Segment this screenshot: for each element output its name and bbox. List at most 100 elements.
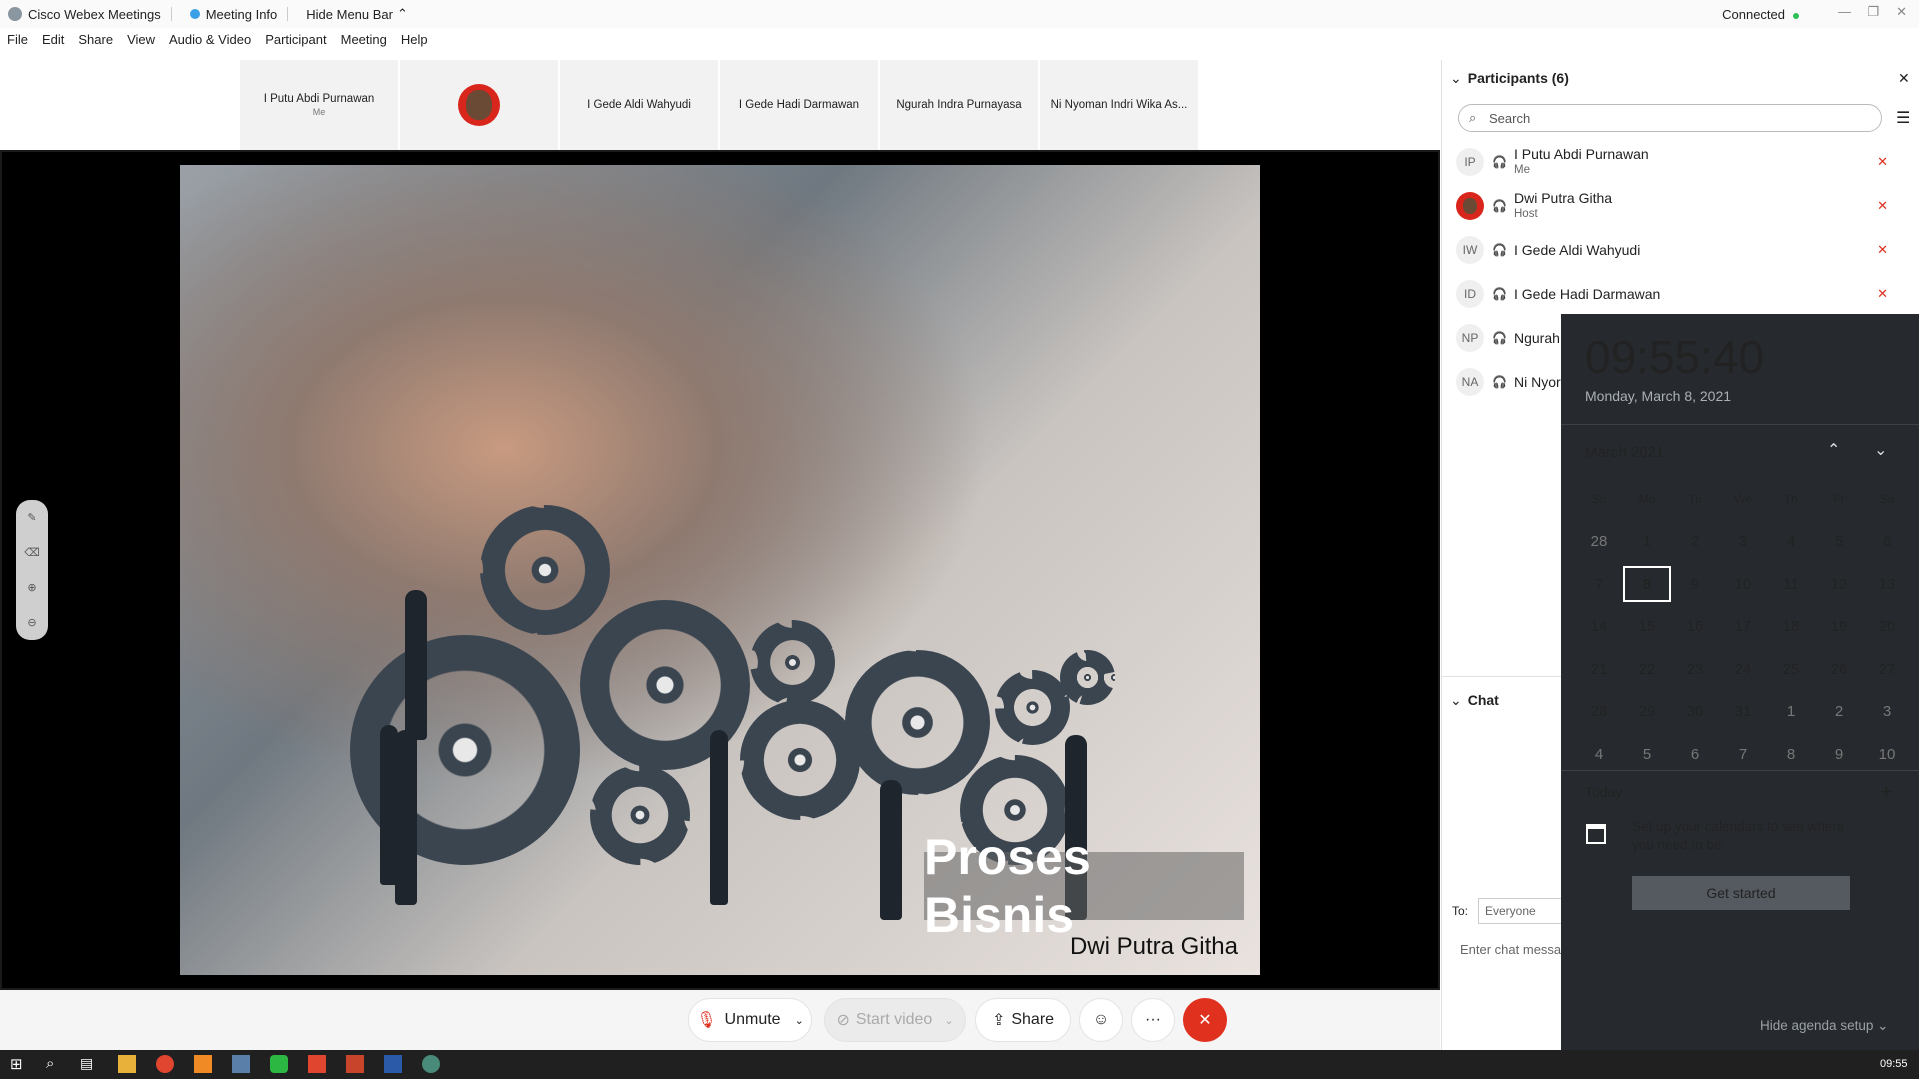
meeting-info-button[interactable]: Meeting Info	[189, 7, 277, 22]
video-tile[interactable]: I Gede Hadi Darmawan	[720, 60, 878, 150]
add-event-icon[interactable]: +	[1880, 779, 1893, 805]
calendar-day[interactable]: 4	[1575, 746, 1623, 763]
task-view-icon[interactable]: ▤	[80, 1055, 98, 1073]
calendar-day[interactable]: 11	[1767, 576, 1815, 593]
calendar-day[interactable]: 3	[1863, 703, 1911, 720]
calendar-day[interactable]: 24	[1719, 661, 1767, 678]
taskbar-clock[interactable]: 09:55	[1880, 1058, 1908, 1070]
share-button[interactable]: ⇪ Share	[975, 998, 1071, 1042]
calendar-day[interactable]: 31	[1719, 703, 1767, 720]
calendar-day[interactable]: 9	[1671, 576, 1719, 593]
calendar-day[interactable]: 10	[1719, 576, 1767, 593]
video-tile[interactable]: Ngurah Indra Purnayasa	[880, 60, 1038, 150]
calendar-day[interactable]: 30	[1671, 703, 1719, 720]
hide-agenda-button[interactable]: Hide agenda setup ⌄	[1760, 1018, 1888, 1034]
calendar-day[interactable]: 19	[1815, 618, 1863, 635]
calendar-day-selected[interactable]: 8	[1623, 566, 1671, 603]
calendar-day[interactable]: 22	[1623, 661, 1671, 678]
calendar-day[interactable]: 13	[1863, 576, 1911, 593]
participant-row[interactable]: 🎧 Dwi Putra Githa Host ✕	[1456, 186, 1896, 226]
pdf-icon[interactable]	[308, 1055, 326, 1073]
mic-muted-icon[interactable]: ✕	[1877, 154, 1888, 170]
calendar-day[interactable]: 29	[1623, 703, 1671, 720]
calendar-day[interactable]: 9	[1815, 746, 1863, 763]
calendar-day[interactable]: 1	[1623, 533, 1671, 550]
annotate-pen-icon[interactable]: ✎	[27, 511, 36, 524]
menu-share[interactable]: Share	[78, 32, 113, 47]
calendar-day[interactable]: 5	[1815, 533, 1863, 550]
chat-input[interactable]: Enter chat messa	[1460, 942, 1561, 957]
hide-menu-bar-button[interactable]: Hide Menu Bar ⌃	[306, 6, 408, 22]
calendar-day[interactable]: 2	[1671, 533, 1719, 550]
chat-recipient-select[interactable]: Everyone	[1478, 898, 1568, 924]
reactions-button[interactable]: ☺	[1079, 998, 1123, 1042]
video-tile-host[interactable]	[400, 60, 558, 150]
zoom-out-icon[interactable]: ⊖	[27, 616, 36, 629]
start-video-button[interactable]: ⊘ Start video ⌄	[824, 998, 966, 1042]
app-icon[interactable]	[232, 1055, 250, 1073]
windows-start-icon[interactable]: ⊞	[10, 1055, 28, 1073]
chevron-down-icon[interactable]: ⌄	[795, 1014, 804, 1027]
calendar-day[interactable]: 16	[1671, 618, 1719, 635]
calendar-day[interactable]: 7	[1575, 576, 1623, 593]
calendar-day[interactable]: 27	[1863, 661, 1911, 678]
calendar-day[interactable]: 18	[1767, 618, 1815, 635]
calendar-day[interactable]: 12	[1815, 576, 1863, 593]
word-icon[interactable]	[384, 1055, 402, 1073]
video-tile[interactable]: Ni Nyoman Indri Wika As...	[1040, 60, 1198, 150]
chevron-up-icon[interactable]: ⌃	[1827, 440, 1840, 460]
calendar-day[interactable]: 7	[1719, 746, 1767, 763]
close-panel-icon[interactable]: ✕	[1898, 70, 1910, 87]
calendar-day[interactable]: 21	[1575, 661, 1623, 678]
video-tile[interactable]: I Gede Aldi Wahyudi	[560, 60, 718, 150]
participant-search-input[interactable]: ⌕ Search	[1458, 104, 1882, 132]
calendar-day[interactable]: 6	[1671, 746, 1719, 763]
menu-participant[interactable]: Participant	[265, 32, 326, 47]
calendar-day[interactable]: 23	[1671, 661, 1719, 678]
participant-row[interactable]: ID 🎧 I Gede Hadi Darmawan ✕	[1456, 274, 1896, 314]
sort-icon[interactable]: ☰	[1896, 108, 1910, 128]
unmute-button[interactable]: 🎙 Unmute ⌄	[688, 998, 812, 1042]
calendar-day[interactable]: 1	[1767, 703, 1815, 720]
mic-muted-icon[interactable]: ✕	[1877, 242, 1888, 258]
calendar-day[interactable]: 2	[1815, 703, 1863, 720]
calendar-day[interactable]: 28	[1575, 533, 1623, 550]
powerpoint-icon[interactable]	[346, 1055, 364, 1073]
line-icon[interactable]	[270, 1055, 288, 1073]
calendar-day[interactable]: 20	[1863, 618, 1911, 635]
more-options-button[interactable]: ···	[1131, 998, 1175, 1042]
menu-view[interactable]: View	[127, 32, 155, 47]
file-explorer-icon[interactable]	[118, 1055, 136, 1073]
calendar-day[interactable]: 6	[1863, 533, 1911, 550]
menu-meeting[interactable]: Meeting	[341, 32, 387, 47]
calendar-day[interactable]: 4	[1767, 533, 1815, 550]
zoom-in-icon[interactable]: ⊕	[27, 581, 36, 594]
participants-header[interactable]: ⌄ Participants (6)	[1450, 70, 1569, 87]
webex-icon[interactable]	[422, 1055, 440, 1073]
calendar-day[interactable]: 5	[1623, 746, 1671, 763]
mic-muted-icon[interactable]: ✕	[1877, 198, 1888, 214]
get-started-button[interactable]: Get started	[1632, 876, 1850, 910]
calendar-day[interactable]: 8	[1767, 746, 1815, 763]
calendar-day[interactable]: 17	[1719, 618, 1767, 635]
clock-date[interactable]: Monday, March 8, 2021	[1585, 388, 1731, 404]
eraser-icon[interactable]: ⌫	[24, 546, 40, 559]
chat-header[interactable]: ⌄ Chat	[1450, 692, 1499, 709]
menu-file[interactable]: File	[7, 32, 28, 47]
calendar-day[interactable]: 28	[1575, 703, 1623, 720]
chrome-icon[interactable]	[156, 1055, 174, 1073]
menu-edit[interactable]: Edit	[42, 32, 64, 47]
calendar-day[interactable]: 25	[1767, 661, 1815, 678]
menu-help[interactable]: Help	[401, 32, 428, 47]
sublime-icon[interactable]	[194, 1055, 212, 1073]
calendar-month[interactable]: March 2021	[1585, 444, 1664, 461]
calendar-day[interactable]: 10	[1863, 746, 1911, 763]
calendar-day[interactable]: 26	[1815, 661, 1863, 678]
leave-meeting-button[interactable]: ✕	[1183, 998, 1227, 1042]
menu-audio-video[interactable]: Audio & Video	[169, 32, 251, 47]
minimize-button[interactable]: —	[1838, 4, 1851, 19]
search-icon[interactable]: ⌕	[46, 1055, 64, 1073]
calendar-day[interactable]: 15	[1623, 618, 1671, 635]
close-window-button[interactable]: ✕	[1896, 4, 1907, 20]
calendar-day[interactable]: 14	[1575, 618, 1623, 635]
